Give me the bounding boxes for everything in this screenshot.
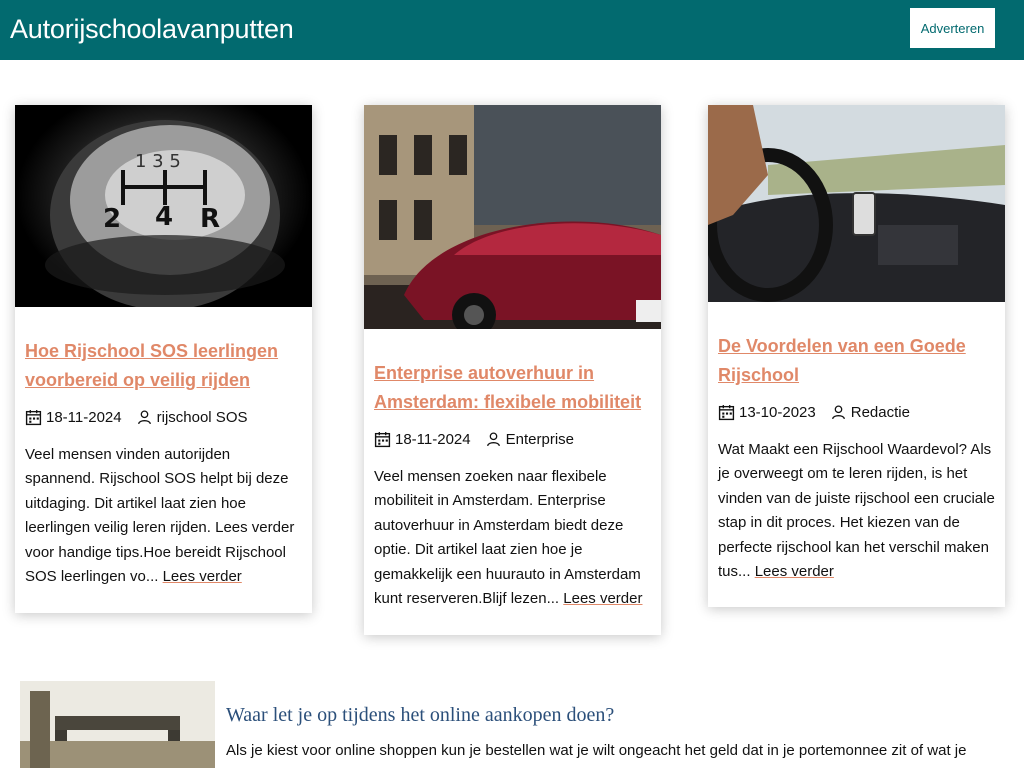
calendar-icon [25, 410, 42, 426]
excerpt-text: Wat Maakt een Rijschool Waardevol? Als j… [718, 441, 995, 581]
site-header: Autorijschoolavanputten Adverteren [0, 0, 1024, 60]
article-meta: 18-11-2024 Enterprise [374, 431, 651, 448]
bottom-article-title[interactable]: Waar let je op tijdens het online aankop… [226, 704, 614, 727]
calendar-icon [718, 405, 735, 421]
article-card: De Voordelen van een Goede Rijschool 13-… [708, 105, 1005, 607]
read-more-link[interactable]: Lees verder [163, 568, 242, 585]
article-date: 13-10-2023 [739, 404, 816, 421]
sports-car-image [364, 105, 661, 329]
user-icon [831, 405, 845, 420]
article-excerpt: Wat Maakt een Rijschool Waardevol? Als j… [718, 438, 995, 584]
article-title-link[interactable]: Enterprise autoverhuur in Amsterdam: fle… [374, 363, 641, 412]
svg-text:2: 2 [103, 204, 121, 234]
article-date: 18-11-2024 [395, 431, 471, 448]
article-excerpt: Veel mensen vinden autorijden spannend. … [25, 443, 302, 589]
excerpt-text: Veel mensen zoeken naar flexibele mobili… [374, 468, 641, 608]
article-card: Enterprise autoverhuur in Amsterdam: fle… [364, 105, 661, 635]
bottom-article-image[interactable] [20, 681, 215, 768]
article-image[interactable] [708, 105, 1005, 302]
article-image[interactable]: 2 4 R 1 3 5 [15, 105, 312, 307]
article-author[interactable]: Redactie [851, 404, 910, 421]
article-title[interactable]: Hoe Rijschool SOS leerlingen voorbereid … [25, 337, 302, 395]
article-card: 2 4 R 1 3 5 Hoe Rijschool SOS leerlingen… [15, 105, 312, 613]
advertise-button[interactable]: Adverteren [910, 8, 995, 48]
article-image[interactable] [364, 105, 661, 329]
article-excerpt: Veel mensen zoeken naar flexibele mobili… [374, 465, 651, 611]
article-meta: 18-11-2024 rijschool SOS [25, 409, 302, 426]
article-title[interactable]: Enterprise autoverhuur in Amsterdam: fle… [374, 359, 651, 417]
article-title[interactable]: De Voordelen van een Goede Rijschool [718, 332, 995, 390]
gear-knob-image: 2 4 R 1 3 5 [45, 120, 285, 307]
excerpt-text: Veel mensen vinden autorijden spannend. … [25, 446, 295, 586]
article-author[interactable]: Enterprise [506, 431, 574, 448]
bottom-article-excerpt: Als je kiest voor online shoppen kun je … [226, 742, 967, 759]
svg-text:4: 4 [155, 202, 173, 232]
svg-text:1 3 5: 1 3 5 [135, 151, 181, 172]
read-more-link[interactable]: Lees verder [563, 590, 642, 607]
user-icon [486, 432, 500, 447]
article-author[interactable]: rijschool SOS [157, 409, 248, 426]
driver-steering-wheel-image [708, 105, 1005, 302]
article-meta: 13-10-2023 Redactie [718, 404, 995, 421]
article-title-link[interactable]: Hoe Rijschool SOS leerlingen voorbereid … [25, 341, 278, 390]
calendar-icon [374, 432, 391, 448]
article-date: 18-11-2024 [46, 409, 122, 426]
user-icon [137, 410, 151, 425]
site-title[interactable]: Autorijschoolavanputten [10, 14, 294, 45]
gateway-photo [20, 681, 215, 768]
article-title-link[interactable]: De Voordelen van een Goede Rijschool [718, 336, 966, 385]
svg-text:R: R [200, 204, 220, 234]
read-more-link[interactable]: Lees verder [755, 563, 834, 580]
